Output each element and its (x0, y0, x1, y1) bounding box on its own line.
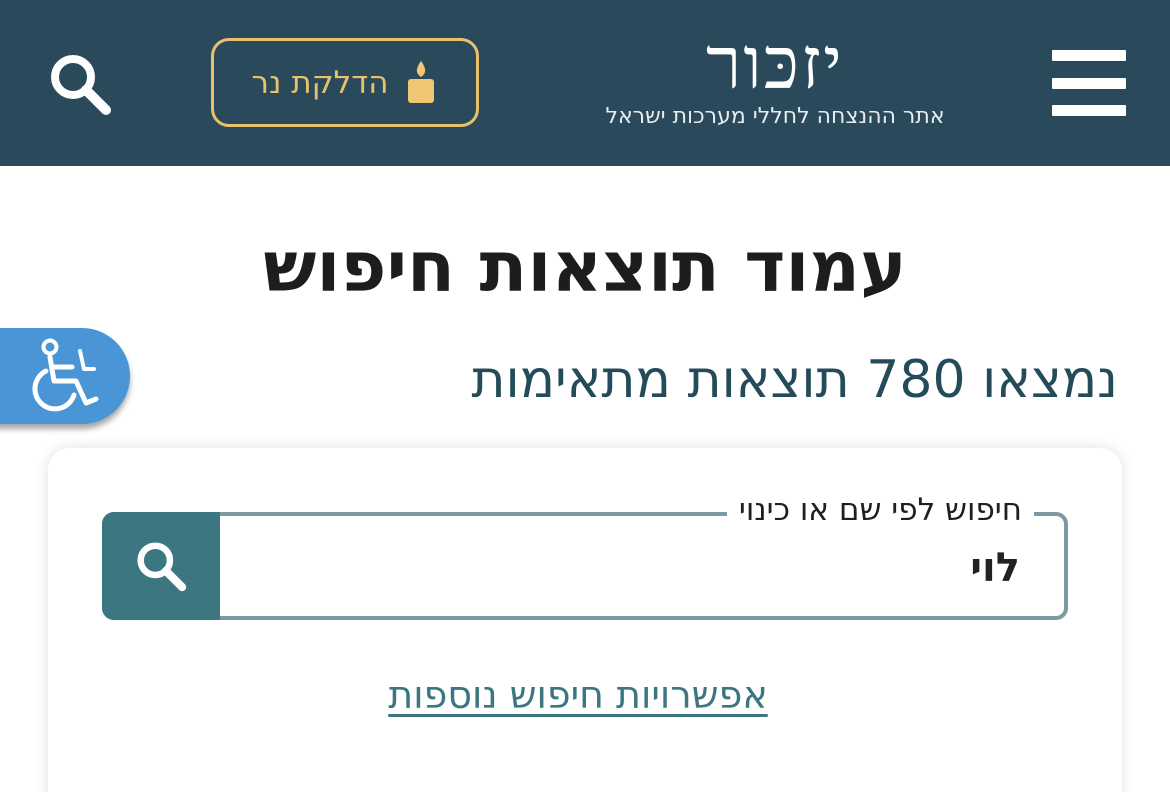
search-field-label: חיפוש לפי שם או כינוי (726, 490, 1034, 530)
hamburger-menu-icon[interactable] (1052, 50, 1126, 116)
header-search-button[interactable] (40, 48, 120, 120)
menu-bar (1052, 77, 1126, 89)
menu-bar (1052, 50, 1126, 61)
site-logo[interactable]: יזכּור אתר ההנצחה לחללי מערכות ישראל (570, 22, 980, 142)
candle-icon (404, 59, 438, 107)
page-title: עמוד תוצאות חיפוש (263, 226, 907, 308)
name-search-input[interactable] (300, 540, 1020, 596)
results-count: נמצאו 780 תוצאות מתאימות (471, 350, 1118, 410)
logo-subtitle: אתר ההנצחה לחללי מערכות ישראל (605, 104, 945, 129)
search-icon (51, 55, 111, 115)
accessibility-button[interactable] (0, 328, 130, 424)
more-search-options-link[interactable]: אפשרויות חיפוש נוספות (0, 668, 1156, 722)
menu-bar (1052, 105, 1126, 116)
light-candle-button[interactable]: הדלקת נר (211, 38, 479, 127)
name-search-field: חיפוש לפי שם או כינוי (102, 490, 1068, 620)
search-submit-button[interactable] (102, 512, 220, 620)
light-candle-label: הדלקת נר (251, 64, 389, 101)
wheelchair-icon (32, 338, 99, 412)
page: הדלקת נר יזכּור אתר ההנצחה לחללי מערכות … (0, 0, 1170, 792)
logo-title: יזכּור (706, 21, 844, 105)
site-header: הדלקת נר יזכּור אתר ההנצחה לחללי מערכות … (0, 0, 1170, 166)
search-icon (137, 542, 187, 592)
